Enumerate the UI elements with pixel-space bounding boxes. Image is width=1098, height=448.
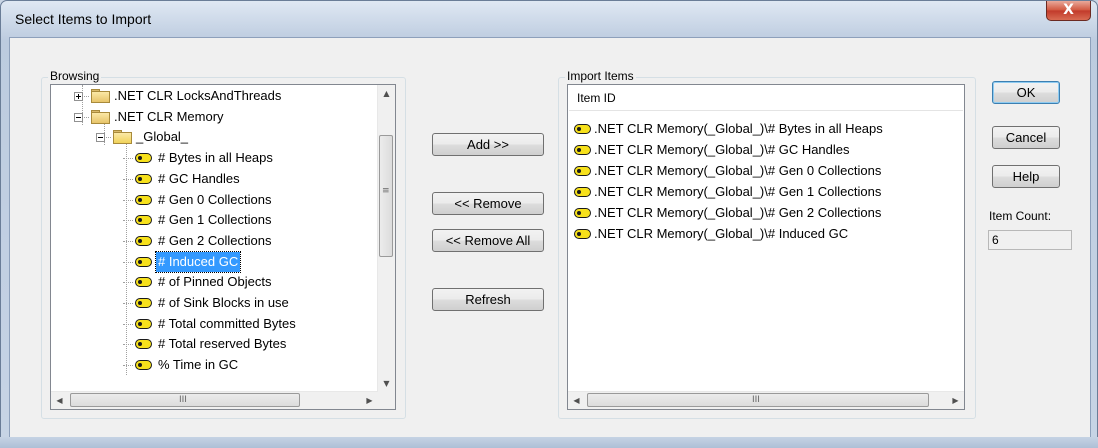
- counter-icon: [135, 339, 152, 350]
- list-item-label: .NET CLR Memory(_Global_)\# Bytes in all…: [594, 121, 883, 136]
- list-item-label: .NET CLR Memory(_Global_)\# Gen 1 Collec…: [594, 184, 882, 199]
- counter-icon: [135, 277, 152, 288]
- counter-icon: [135, 194, 152, 205]
- vscroll-grip: ≡: [382, 186, 390, 196]
- folder-icon: [91, 109, 110, 124]
- counter-icon: [574, 208, 591, 218]
- browsing-group: Browsing .NET CLR LocksAndThreads .NET CL…: [41, 69, 406, 419]
- tree-connector: [123, 178, 133, 180]
- tree-connector: [123, 261, 133, 263]
- collapse-icon[interactable]: [74, 112, 83, 122]
- item-id-column-header[interactable]: Item ID: [569, 86, 963, 111]
- tree-vscroll-thumb[interactable]: ≡: [379, 135, 393, 257]
- dialog-window: Select Items to Import X Browsing .NET C…: [0, 0, 1098, 448]
- list-item-label: .NET CLR Memory(_Global_)\# Induced GC: [594, 226, 849, 241]
- list-item-label: .NET CLR Memory(_Global_)\# Gen 0 Collec…: [594, 163, 882, 178]
- tree-node-label: .NET CLR Memory: [114, 108, 224, 124]
- tree-connector: [123, 303, 133, 304]
- import-items-label: Import Items: [565, 69, 636, 83]
- browsing-label: Browsing: [48, 69, 102, 83]
- counter-icon: [135, 153, 152, 164]
- tree-connector: [123, 158, 133, 160]
- tree-node-label: # Total committed Bytes: [158, 315, 296, 331]
- cancel-button[interactable]: Cancel: [992, 126, 1060, 149]
- list-item-label: .NET CLR Memory(_Global_)\# GC Handles: [594, 142, 850, 157]
- tree-node-label: # Induced GC: [154, 250, 242, 273]
- item-id-header-label: Item ID: [577, 91, 616, 105]
- tree-node-label: # of Pinned Objects: [158, 274, 272, 290]
- scroll-left-arrow-icon[interactable]: ◀: [51, 392, 68, 409]
- close-button[interactable]: X: [1046, 1, 1091, 21]
- expand-icon[interactable]: [74, 92, 83, 101]
- import-items-group: Import Items Item ID .NET CLR Memory(_Gl…: [558, 69, 976, 419]
- tree-connector: [123, 199, 133, 201]
- tree-connector: [123, 365, 133, 367]
- scroll-corner: [378, 392, 395, 409]
- counter-icon: [574, 166, 591, 176]
- collapse-icon[interactable]: [96, 133, 105, 143]
- tree-node-label: # Total reserved Bytes: [158, 336, 287, 352]
- tree-node-label: # Gen 0 Collections: [158, 191, 272, 207]
- ok-button[interactable]: OK: [992, 81, 1060, 104]
- tree-connector: [123, 344, 133, 346]
- list-hscroll-grip: III: [752, 395, 760, 405]
- list-item-label: .NET CLR Memory(_Global_)\# Gen 2 Collec…: [594, 205, 882, 220]
- counter-icon: [135, 298, 152, 308]
- tree-node-label: # Gen 2 Collections: [158, 232, 272, 248]
- help-button[interactable]: Help: [992, 165, 1060, 188]
- counter-icon: [574, 187, 591, 197]
- list-scroll-left-arrow-icon[interactable]: ◀: [568, 392, 585, 409]
- counter-icon: [135, 215, 152, 226]
- remove-button[interactable]: << Remove: [432, 192, 544, 215]
- tree-connector: [123, 323, 133, 325]
- tree-node-label: % Time in GC: [158, 357, 239, 373]
- counter-icon: [135, 360, 152, 371]
- folder-icon: [91, 89, 110, 103]
- counter-icon: [135, 256, 152, 267]
- tree-node-label: # Gen 1 Collections: [158, 212, 272, 228]
- item-count-label: Item Count:: [989, 209, 1052, 223]
- background-strip: [0, 437, 1098, 448]
- dialog-client-area: Browsing .NET CLR LocksAndThreads .NET CL…: [9, 37, 1091, 438]
- close-icon: X: [1063, 2, 1074, 18]
- list-scroll-right-arrow-icon[interactable]: ▶: [947, 392, 964, 409]
- scroll-down-arrow-icon[interactable]: ▼: [378, 375, 395, 392]
- hscroll-grip: III: [179, 395, 187, 405]
- remove-all-button[interactable]: << Remove All: [432, 229, 544, 252]
- tree-vertical-scrollbar[interactable]: ▲ ≡ ▼: [377, 85, 395, 392]
- tree-guide-line: [126, 137, 127, 375]
- folder-icon: [113, 130, 132, 145]
- counter-icon: [574, 124, 591, 134]
- tree-connector: [123, 220, 133, 222]
- tree-hscroll-thumb[interactable]: III: [70, 393, 300, 407]
- tree-horizontal-scrollbar[interactable]: ◀ III ▶: [51, 391, 378, 409]
- window-title: Select Items to Import: [15, 11, 152, 27]
- import-items-list[interactable]: Item ID .NET CLR Memory(_Global_)\# Byte…: [567, 84, 965, 410]
- tree-node-label: # Bytes in all Heaps: [158, 150, 273, 166]
- item-count-field: 6: [988, 230, 1072, 250]
- tree-node-label: _Global_: [136, 129, 189, 145]
- tree-node-label: # GC Handles: [158, 170, 240, 186]
- counter-icon: [135, 173, 152, 184]
- title-bar[interactable]: Select Items to Import X: [9, 1, 1097, 35]
- tree-connector: [123, 282, 133, 284]
- tree-node-label: .NET CLR LocksAndThreads: [114, 88, 282, 103]
- browsing-tree[interactable]: .NET CLR LocksAndThreads .NET CLR Memory _…: [50, 84, 396, 410]
- scroll-right-arrow-icon[interactable]: ▶: [361, 392, 378, 409]
- list-horizontal-scrollbar[interactable]: ◀ III ▶: [568, 391, 964, 409]
- counter-icon: [574, 229, 591, 239]
- tree-node-label: # of Sink Blocks in use: [158, 295, 289, 310]
- add-button[interactable]: Add >>: [432, 133, 544, 156]
- counter-icon: [135, 318, 152, 329]
- scroll-up-arrow-icon[interactable]: ▲: [378, 85, 395, 102]
- counter-icon: [135, 235, 152, 246]
- counter-icon: [574, 145, 591, 155]
- tree-connector: [123, 240, 133, 242]
- refresh-button[interactable]: Refresh: [432, 288, 544, 311]
- list-hscroll-thumb[interactable]: III: [587, 393, 929, 407]
